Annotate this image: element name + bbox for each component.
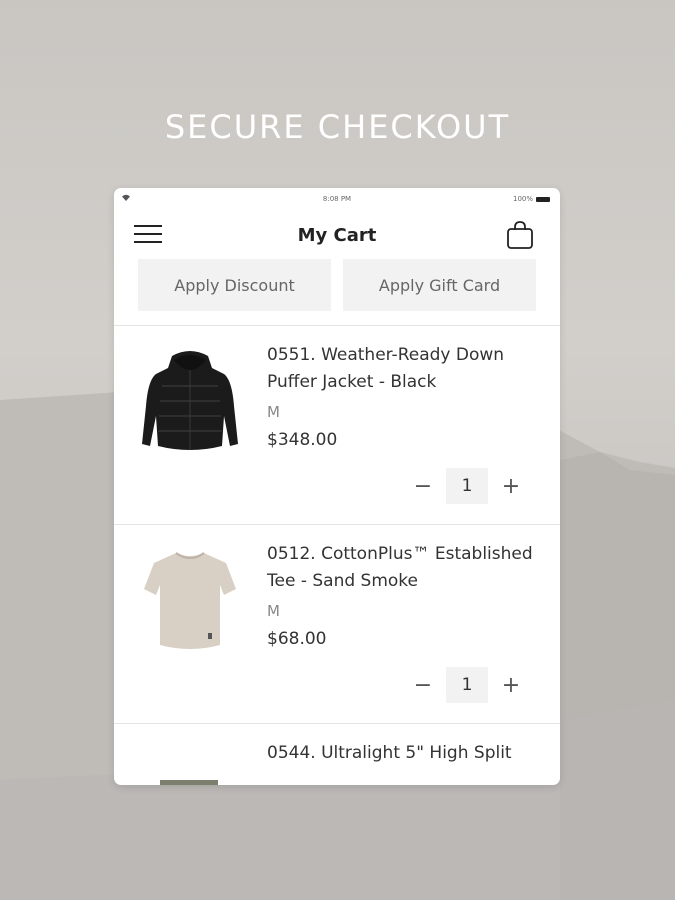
nav-bar: My Cart xyxy=(114,210,560,258)
product-name[interactable]: 0544. Ultralight 5" High Split xyxy=(267,740,552,767)
plus-icon[interactable]: + xyxy=(496,474,526,499)
apply-gift-card-button[interactable]: Apply Gift Card xyxy=(343,259,536,311)
cart-item[interactable]: 0512. CottonPlus™ Established Tee - Sand… xyxy=(114,525,560,724)
shopping-bag-icon[interactable] xyxy=(506,220,534,250)
plus-icon[interactable]: + xyxy=(496,673,526,698)
quantity-value[interactable]: 1 xyxy=(446,468,488,504)
product-size: M xyxy=(267,403,280,421)
minus-icon[interactable]: − xyxy=(408,474,438,499)
minus-icon[interactable]: − xyxy=(408,673,438,698)
product-name[interactable]: 0551. Weather-Ready Down Puffer Jacket -… xyxy=(267,342,552,396)
app-screen: 8:08 PM 100% My Cart Apply Discount Appl… xyxy=(114,188,560,785)
battery-percent: 100% xyxy=(512,195,533,203)
status-time: 8:08 PM xyxy=(322,195,352,203)
quantity-stepper: − 1 + xyxy=(408,667,526,703)
promo-headline: SECURE CHECKOUT xyxy=(164,108,511,146)
product-price: $68.00 xyxy=(267,629,327,649)
battery-icon xyxy=(536,196,550,202)
cart-list: 0551. Weather-Ready Down Puffer Jacket -… xyxy=(114,325,560,785)
product-name[interactable]: 0512. CottonPlus™ Established Tee - Sand… xyxy=(267,541,552,595)
action-row: Apply Discount Apply Gift Card xyxy=(114,258,560,325)
product-image-tee xyxy=(144,552,236,649)
quantity-value[interactable]: 1 xyxy=(446,667,488,703)
product-price: $348.00 xyxy=(267,430,338,450)
page-title: My Cart xyxy=(297,225,377,246)
product-image-shorts xyxy=(160,780,218,785)
quantity-stepper: − 1 + xyxy=(408,468,526,504)
product-size: M xyxy=(267,602,280,620)
cart-item[interactable]: 0544. Ultralight 5" High Split xyxy=(114,724,560,785)
product-image-puffer-jacket xyxy=(142,351,238,450)
status-bar: 8:08 PM 100% xyxy=(114,188,560,210)
cart-item[interactable]: 0551. Weather-Ready Down Puffer Jacket -… xyxy=(114,326,560,525)
apply-discount-button[interactable]: Apply Discount xyxy=(138,259,331,311)
battery-indicator: 100% xyxy=(513,195,550,203)
